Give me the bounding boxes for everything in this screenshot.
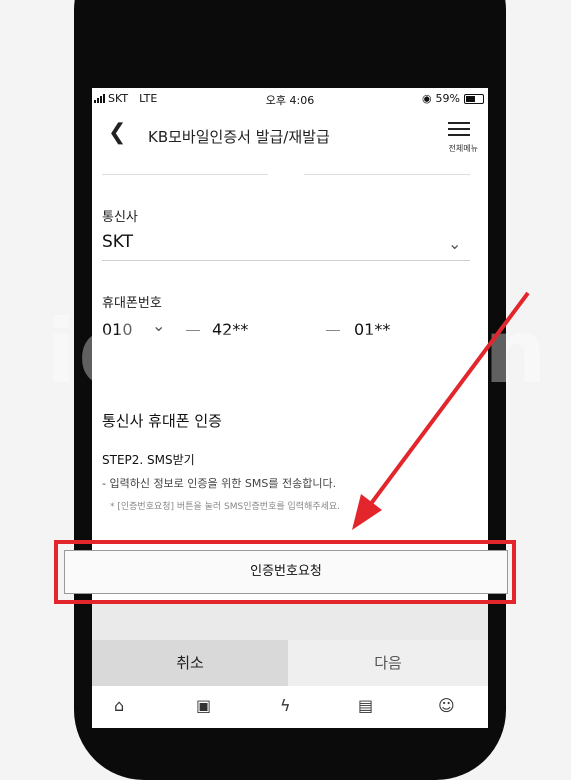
arrow-head [352, 494, 382, 530]
arrow-line [368, 291, 530, 507]
annotation-arrow [352, 291, 530, 530]
